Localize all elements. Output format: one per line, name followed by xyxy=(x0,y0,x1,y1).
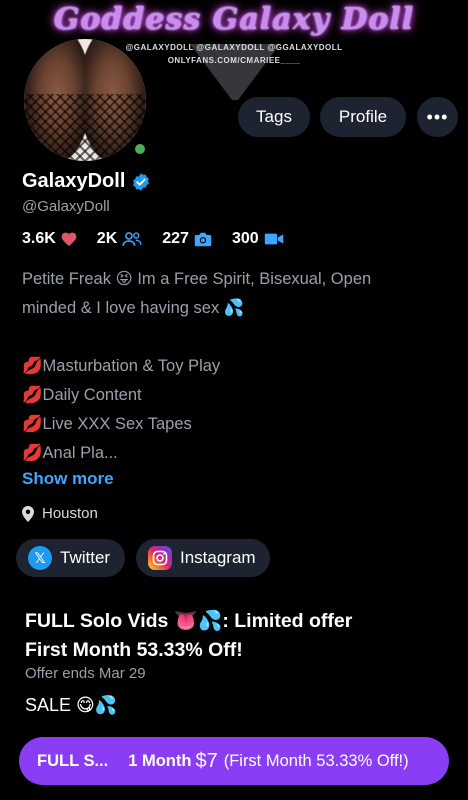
instagram-icon xyxy=(148,546,172,570)
location-text: Houston xyxy=(42,505,98,522)
username-handle: @GalaxyDoll xyxy=(22,198,110,215)
banner-decoration xyxy=(190,44,280,100)
instagram-label: Instagram xyxy=(180,548,256,567)
video-camera-icon xyxy=(264,233,283,245)
subscribe-offer-button[interactable]: FULL S... 1 Month $7 (First Month 53.33%… xyxy=(19,737,449,785)
bio-list-item: 💋Live XXX Sex Tapes xyxy=(22,415,192,433)
videos-count: 300 xyxy=(231,230,259,247)
display-name: GalaxyDoll xyxy=(22,170,126,192)
offer-title-line: First Month 53.33% Off! xyxy=(25,639,243,661)
profile-stats: 3.6K 2K 227 300 xyxy=(22,230,304,248)
discount-note: (First Month 53.33% Off!) xyxy=(223,751,409,770)
more-options-button[interactable]: ••• xyxy=(417,97,458,137)
subscription-price: $7 xyxy=(195,749,218,772)
sale-label: SALE 😋💦 xyxy=(25,695,118,715)
banner-title: Goddess Galaxy Doll xyxy=(53,2,415,37)
bio-list-item: 💋Masturbation & Toy Play xyxy=(22,357,221,375)
camera-icon xyxy=(194,232,212,246)
videos-stat: 300 xyxy=(232,230,284,248)
twitter-x-icon: 𝕏 xyxy=(28,546,52,570)
show-more-link[interactable]: Show more xyxy=(22,469,114,489)
fans-count: 2K xyxy=(96,230,118,247)
avatar-image xyxy=(24,39,146,161)
tags-button[interactable]: Tags xyxy=(238,97,310,137)
fans-stat: 2K xyxy=(97,230,142,248)
subscription-term: 1 Month xyxy=(128,751,192,770)
offer-name: FULL S... xyxy=(37,751,109,770)
instagram-link-button[interactable]: Instagram xyxy=(136,539,270,577)
photos-count: 227 xyxy=(162,230,189,247)
offer-title-line: FULL Solo Vids 👅💦: Limited offer xyxy=(25,610,353,632)
location-pin-icon xyxy=(22,505,34,522)
bio-text-line: Petite Freak 😝 Im a Free Spirit, Bisexua… xyxy=(22,270,372,288)
profile-button[interactable]: Profile xyxy=(320,97,406,137)
bio-list-item: 💋Anal Pla... xyxy=(22,444,118,462)
likes-stat: 3.6K xyxy=(22,230,77,248)
bio-list-item: 💋Daily Content xyxy=(22,386,142,404)
twitter-link-button[interactable]: 𝕏 Twitter xyxy=(16,539,125,577)
photos-stat: 227 xyxy=(162,230,212,248)
fans-icon xyxy=(122,232,142,246)
offer-title: FULL Solo Vids 👅💦: Limited offer First M… xyxy=(25,607,455,665)
online-status-dot xyxy=(132,141,148,157)
verified-badge-icon xyxy=(133,172,150,191)
avatar[interactable] xyxy=(20,35,150,165)
bio-text-line: minded & I love having sex 💦 xyxy=(22,299,245,317)
offer-expiry: Offer ends Mar 29 xyxy=(25,665,146,682)
profile-name-row: GalaxyDoll xyxy=(22,170,151,193)
profile-bio: Petite Freak 😝 Im a Free Spirit, Bisexua… xyxy=(22,265,452,468)
likes-count: 3.6K xyxy=(22,230,56,247)
heart-icon xyxy=(61,232,77,246)
location-row: Houston xyxy=(22,505,98,522)
twitter-label: Twitter xyxy=(60,548,111,567)
